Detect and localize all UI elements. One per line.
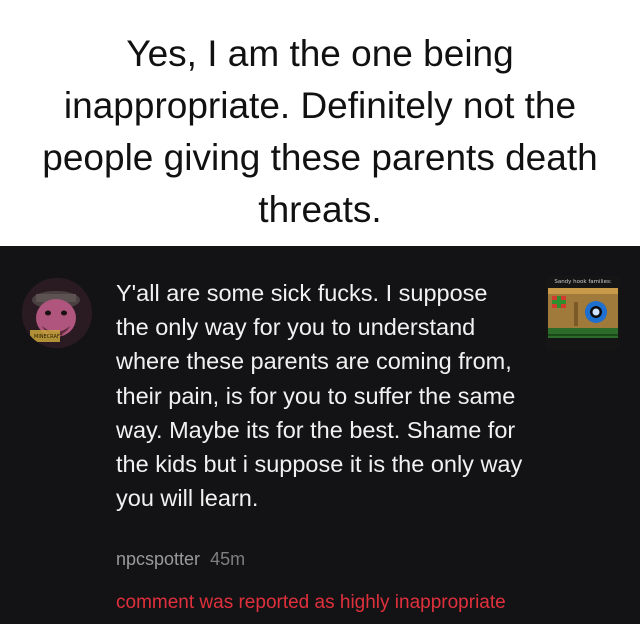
comment-meta: npcspotter 45m: [116, 549, 245, 570]
avatar-badge-label: MINECRAFT: [34, 334, 63, 340]
reported-notice: comment was reported as highly inappropr…: [116, 592, 506, 613]
comment-username[interactable]: npcspotter: [116, 549, 200, 569]
comment-card: MINECRAFT Y'all are some sick fucks. I s…: [0, 246, 640, 624]
comment-text: Y'all are some sick fucks. I suppose the…: [116, 280, 523, 512]
meme-caption: Yes, I am the one being inappropriate. D…: [0, 0, 640, 246]
comment-timestamp: 45m: [210, 549, 246, 569]
caption-text: Yes, I am the one being inappropriate. D…: [42, 33, 598, 230]
thumbnail-title: Sandy hook families:: [554, 279, 612, 285]
thumbnail-image: [546, 276, 620, 350]
video-thumbnail-icon[interactable]: Sandy hook families:: [546, 276, 620, 350]
user-avatar-icon[interactable]: MINECRAFT: [22, 278, 92, 348]
